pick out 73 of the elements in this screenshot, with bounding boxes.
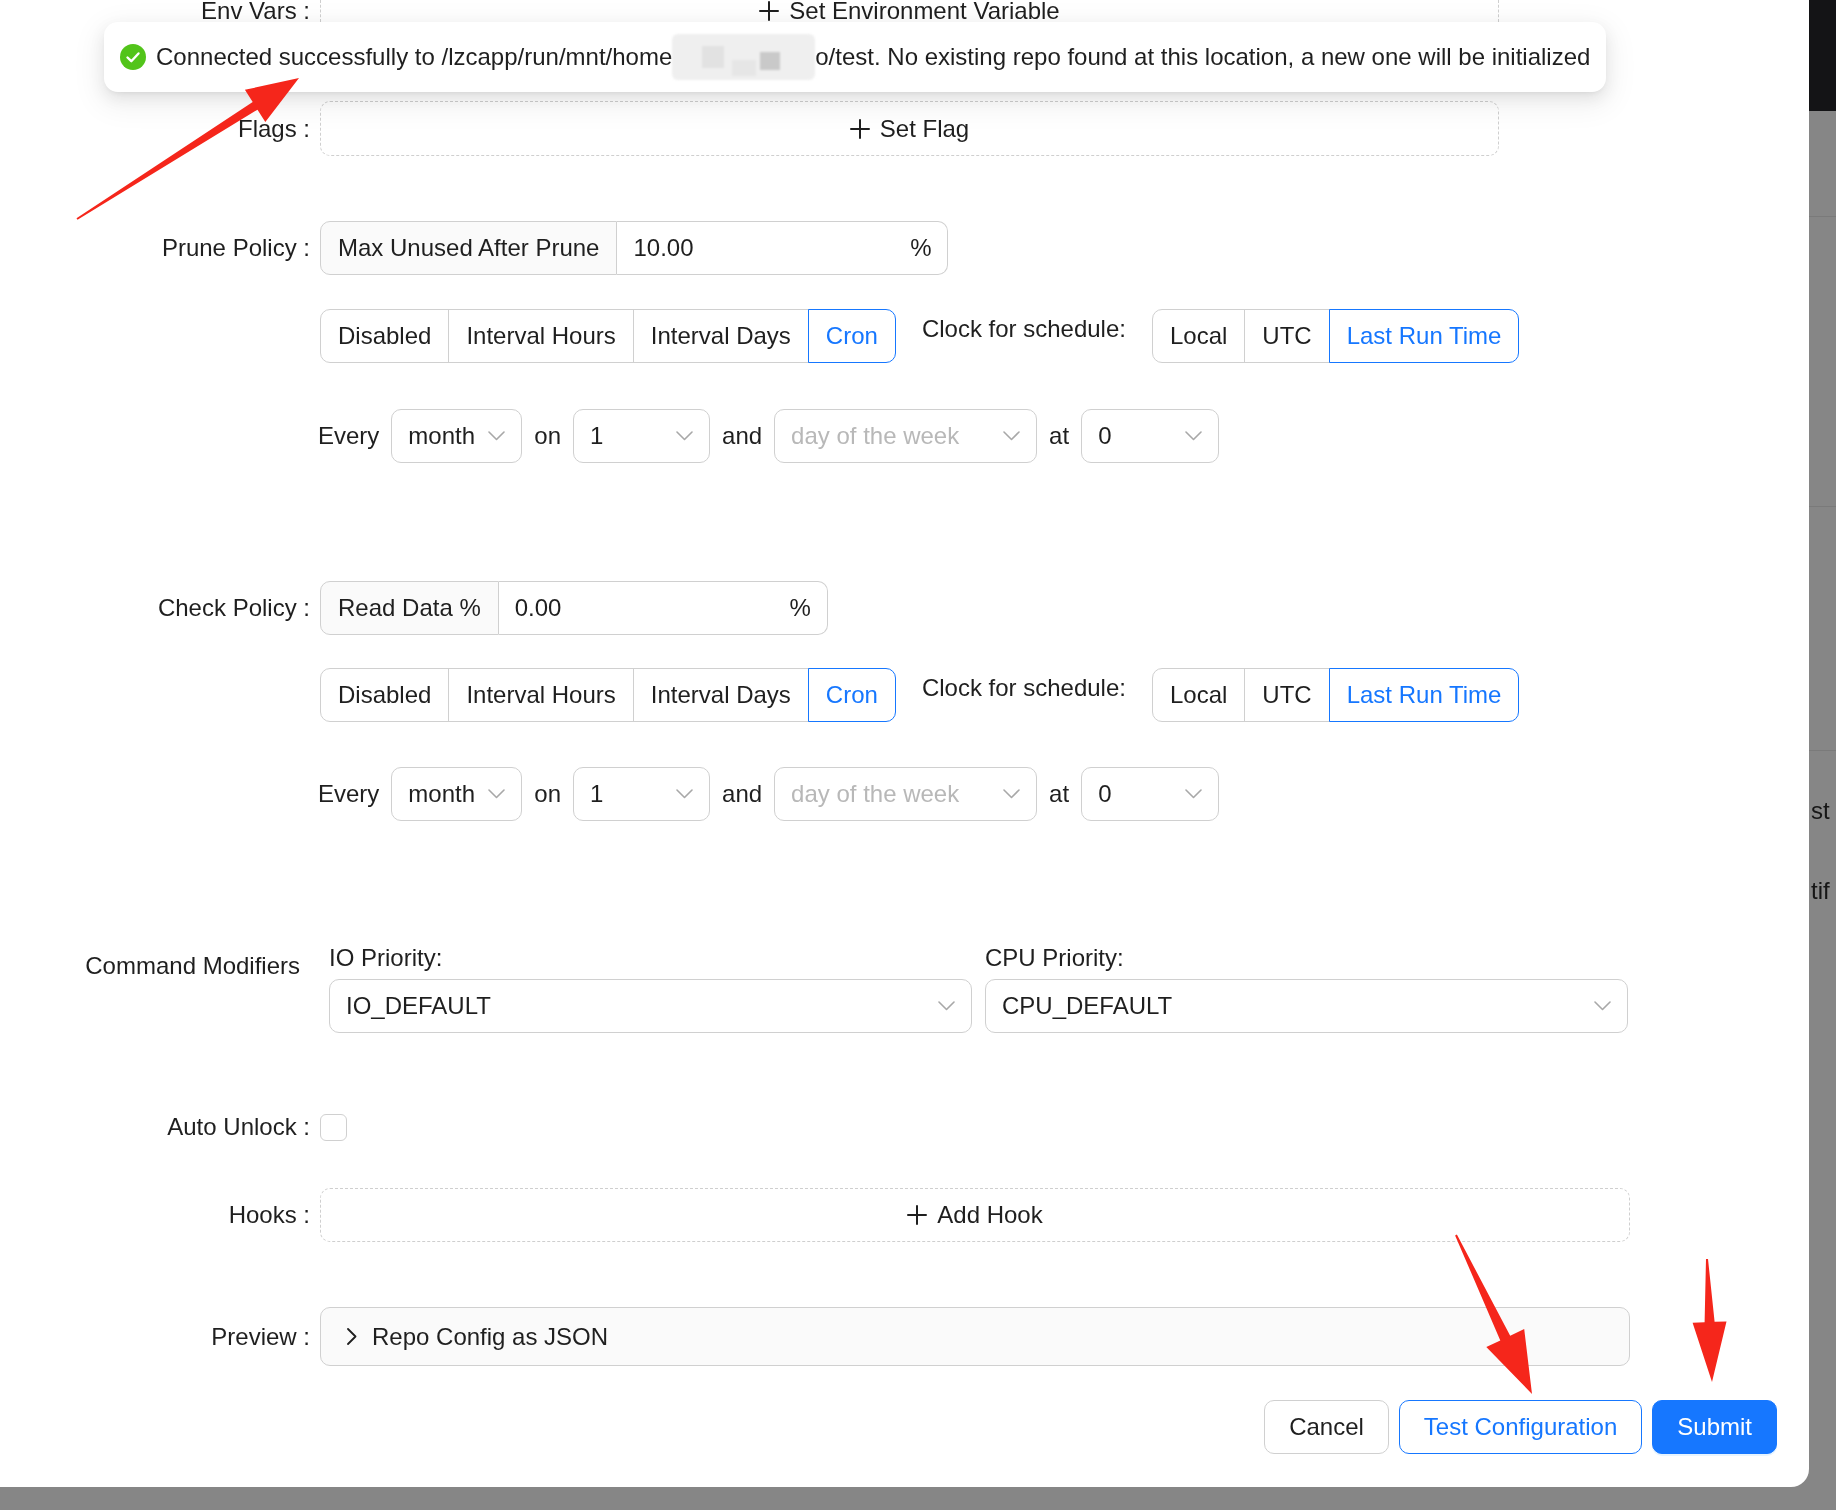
percent-suffix: % — [789, 594, 811, 622]
field-label: Env Vars : — [201, 0, 310, 22]
dropdown[interactable]: month — [391, 767, 523, 821]
chevron-down-icon — [488, 789, 506, 799]
field-label: Flags : — [237, 114, 310, 143]
toast-message: o/test. No existing repo found at this location, a new one will be initialized — [815, 43, 1591, 71]
submit-button[interactable]: Submit — [1652, 1400, 1777, 1454]
collapse-header[interactable]: Repo Config as JSON — [320, 1307, 1630, 1366]
dropdown[interactable]: 0 — [1081, 409, 1220, 463]
clock-option-tab[interactable]: Local — [1151, 668, 1246, 722]
chevron-down-icon — [676, 789, 694, 799]
dropdown[interactable]: CPU_DEFAULT — [985, 979, 1628, 1033]
field-label: IO Priority: — [329, 944, 443, 972]
schedule-mode-tab[interactable]: Disabled — [320, 668, 450, 722]
schedule-mode-tab[interactable]: Cron — [807, 668, 896, 722]
chevron-down-icon — [488, 431, 506, 441]
field-label: Auto Unlock : — [167, 1113, 310, 1141]
cron-label: on — [534, 780, 562, 808]
dropdown[interactable]: month — [391, 409, 523, 463]
field-label: Preview : — [211, 1322, 310, 1351]
background-text: st — [1810, 797, 1830, 825]
chevron-down-icon — [1185, 431, 1203, 441]
percent-suffix: % — [910, 234, 932, 262]
schedule-mode-tab[interactable]: Interval Days — [632, 309, 809, 363]
background-text: tif — [1810, 877, 1830, 905]
cron-label: at — [1049, 422, 1070, 450]
field-label: Hooks : — [228, 1201, 310, 1229]
cron-label: Every — [318, 780, 380, 808]
input-addon: Max Unused After Prune — [320, 221, 618, 275]
field-label: Command Modifiers — [85, 952, 300, 980]
chevron-down-icon — [1003, 431, 1021, 441]
success-check-icon — [120, 44, 146, 70]
clock-option-tab[interactable]: Local — [1151, 309, 1246, 363]
set-flag-button[interactable]: Set Flag — [320, 101, 1499, 156]
chevron-down-icon — [1594, 1001, 1611, 1011]
toast-message: Connected successfully to /lzcapp/run/mnt/home — [156, 43, 673, 71]
plus-icon — [849, 118, 870, 139]
dropdown[interactable]: 1 — [573, 409, 711, 463]
plus-icon — [759, 1, 780, 21]
test-configuration-button[interactable]: Test Configuration — [1398, 1400, 1643, 1454]
schedule-mode-tab[interactable]: Disabled — [320, 309, 450, 363]
plus-icon — [907, 1205, 928, 1225]
dropdown[interactable]: 0 — [1081, 767, 1220, 821]
field-label: Check Policy : — [157, 594, 310, 622]
cron-label: and — [722, 422, 763, 450]
schedule-mode-tab[interactable]: Interval Hours — [448, 668, 634, 722]
clock-option-tab[interactable]: UTC — [1244, 309, 1330, 363]
field-label: Prune Policy : — [161, 234, 310, 262]
clock-option-tab[interactable]: Last Run Time — [1328, 668, 1520, 722]
dropdown[interactable]: 1 — [573, 767, 711, 821]
cron-label: on — [534, 422, 562, 450]
dropdown[interactable]: IO_DEFAULT — [329, 979, 972, 1033]
clock-option-tab[interactable]: Last Run Time — [1328, 309, 1520, 363]
input-addon: Read Data % — [320, 581, 499, 635]
chevron-down-icon — [676, 431, 694, 441]
cron-label: Every — [318, 422, 380, 450]
clock-label: Clock for schedule: — [921, 674, 1126, 702]
percent-input[interactable]: 0.00 % — [498, 581, 828, 635]
percent-input[interactable]: 10.00 % — [617, 221, 949, 275]
schedule-mode-tab[interactable]: Interval Days — [632, 668, 809, 722]
chevron-down-icon — [1185, 789, 1203, 799]
checkbox[interactable] — [320, 1113, 347, 1141]
chevron-down-icon — [1003, 789, 1021, 799]
add-hook-button[interactable]: Add Hook — [320, 1188, 1630, 1242]
cron-label: and — [722, 780, 763, 808]
cron-label: at — [1049, 780, 1070, 808]
cancel-button[interactable]: Cancel — [1264, 1400, 1389, 1454]
clock-label: Clock for schedule: — [921, 315, 1126, 343]
schedule-mode-tab[interactable]: Cron — [807, 309, 896, 363]
clock-option-tab[interactable]: UTC — [1244, 668, 1330, 722]
chevron-down-icon — [938, 1001, 955, 1011]
field-label: CPU Priority: — [985, 944, 1124, 972]
schedule-mode-tab[interactable]: Interval Hours — [448, 309, 634, 363]
